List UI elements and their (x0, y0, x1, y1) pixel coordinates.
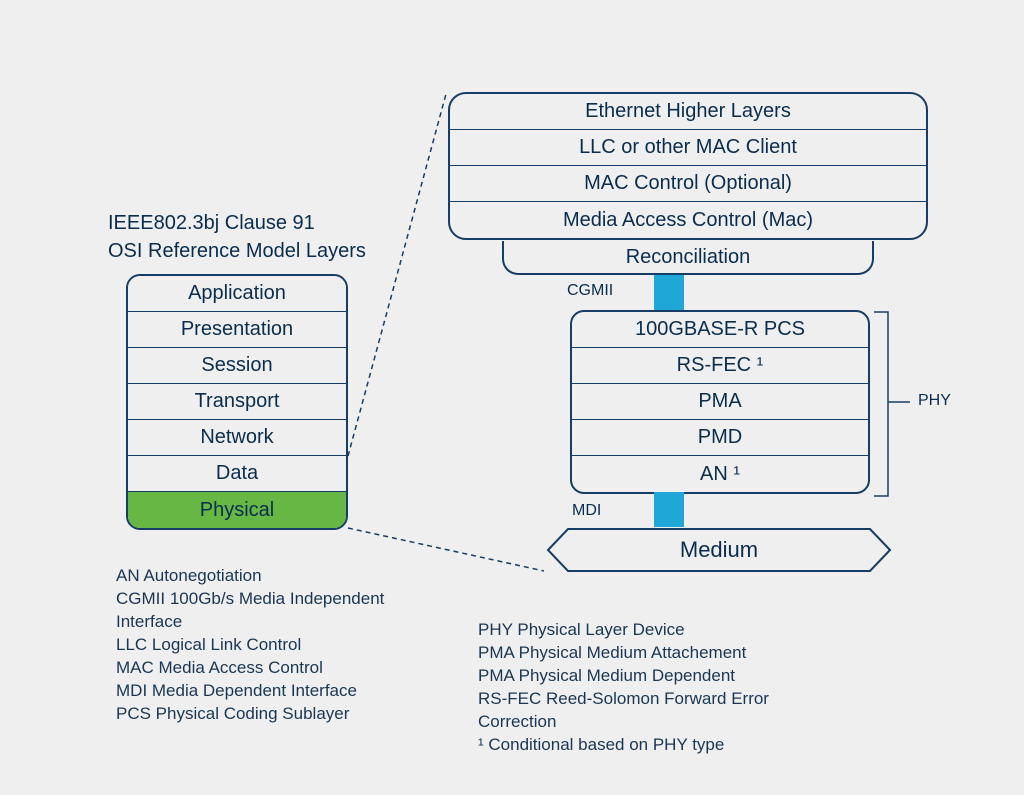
media-access-control: Media Access Control (Mac) (450, 202, 926, 238)
ethernet-higher-layers: Ethernet Higher Layers (450, 94, 926, 130)
legend-left-item: AN Autonegotiation (116, 564, 416, 587)
reconciliation-box: Reconciliation (502, 241, 874, 275)
legend-left-item: CGMII 100Gb/s Media Independent Interfac… (116, 587, 416, 633)
diagram-canvas: IEEE802.3bj Clause 91 OSI Reference Mode… (8, 8, 1016, 787)
legend-left-item: MAC Media Access Control (116, 656, 416, 679)
llc-mac-client: LLC or other MAC Client (450, 130, 926, 166)
legend-right-item: PMA Physical Medium Attachement (478, 641, 828, 664)
osi-layer-session: Session (128, 348, 346, 384)
legend-right-item: ¹ Conditional based on PHY type (478, 733, 828, 756)
osi-layer-data: Data (128, 456, 346, 492)
legend-left-item: LLC Logical Link Control (116, 633, 416, 656)
osi-title-line1: IEEE802.3bj Clause 91 (108, 212, 315, 235)
osi-layer-physical: Physical (128, 492, 346, 528)
phy-bracket-label: PHY (918, 392, 951, 410)
phy-pcs: 100GBASE-R PCS (572, 312, 868, 348)
legend-right-item: PHY Physical Layer Device (478, 618, 828, 641)
cgmii-label: CGMII (567, 282, 613, 300)
legend-right-item: PMA Physical Medium Dependent (478, 664, 828, 687)
osi-stack: Application Presentation Session Transpo… (126, 274, 348, 530)
osi-layer-application: Application (128, 276, 346, 312)
medium-arrow: Medium (546, 527, 892, 573)
higher-layers-box: Ethernet Higher Layers LLC or other MAC … (448, 92, 928, 240)
legend-left-item: PCS Physical Coding Sublayer (116, 702, 416, 725)
phy-rsfec: RS-FEC ¹ (572, 348, 868, 384)
osi-layer-presentation: Presentation (128, 312, 346, 348)
cgmii-connector (654, 275, 684, 310)
mdi-label: MDI (572, 502, 601, 520)
phy-an: AN ¹ (572, 456, 868, 492)
phy-stack: 100GBASE-R PCS RS-FEC ¹ PMA PMD AN ¹ (570, 310, 870, 494)
medium-label: Medium (546, 527, 892, 573)
phy-pmd: PMD (572, 420, 868, 456)
osi-title-line2: OSI Reference Model Layers (108, 240, 366, 263)
mdi-connector (654, 492, 684, 527)
legend-right: PHY Physical Layer Device PMA Physical M… (478, 618, 828, 756)
legend-left-item: MDI Media Dependent Interface (116, 679, 416, 702)
mac-control: MAC Control (Optional) (450, 166, 926, 202)
phy-pma: PMA (572, 384, 868, 420)
legend-left: AN Autonegotiation CGMII 100Gb/s Media I… (116, 564, 416, 725)
osi-layer-network: Network (128, 420, 346, 456)
osi-layer-transport: Transport (128, 384, 346, 420)
legend-right-item: RS-FEC Reed-Solomon Forward Error Correc… (478, 687, 828, 733)
